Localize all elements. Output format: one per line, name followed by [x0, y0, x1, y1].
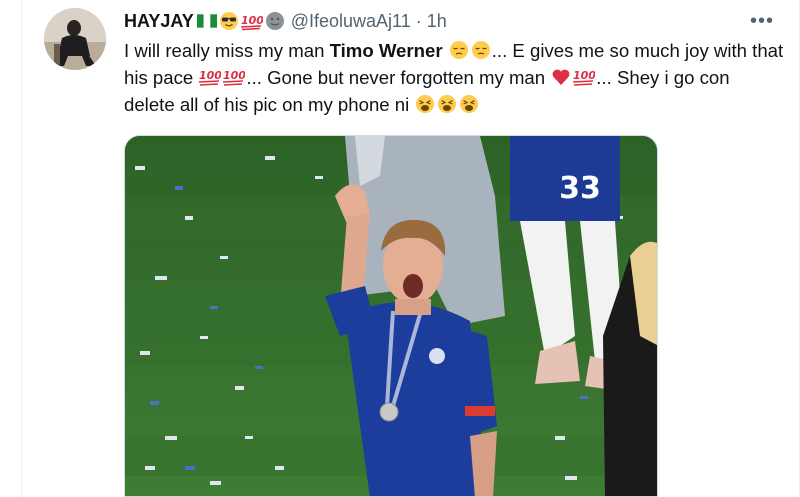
separator-dot: ·: [415, 10, 422, 31]
jersey-number: 33: [559, 171, 601, 206]
timeline-divider-left: [21, 0, 22, 497]
timestamp[interactable]: 1h: [427, 11, 447, 32]
avatar[interactable]: [44, 8, 106, 70]
nigeria-flag-icon: [196, 14, 217, 28]
weary-face-icon: [416, 95, 435, 113]
pensive-face-icon: [449, 41, 468, 59]
tweet-text-player-name: Timo Werner: [329, 40, 443, 61]
user-handle[interactable]: @IfeoluwaAj11: [291, 11, 411, 32]
svg-text:100: 100: [199, 69, 221, 82]
svg-text:100: 100: [241, 14, 263, 27]
weary-face-icon: [438, 95, 457, 113]
photo-scene: 33: [125, 136, 657, 496]
svg-text:100: 100: [223, 69, 245, 82]
svg-text:100: 100: [573, 69, 595, 82]
hundred-points-icon: 100: [573, 69, 595, 86]
smiling-face-icon: [265, 12, 284, 30]
sunglasses-face-icon: [219, 12, 238, 30]
hundred-points-icon: 100: [223, 69, 245, 86]
display-name[interactable]: HAYJAY: [124, 11, 194, 32]
weary-face-icon: [460, 95, 479, 113]
tweet-text-part-3: ... Gone but never forgotten my man: [246, 67, 551, 88]
tweet-photo[interactable]: 33: [124, 135, 658, 497]
hundred-points-icon: 100: [240, 14, 263, 31]
tweet-text: I will really miss my man Timo Werner ..…: [124, 37, 784, 118]
hundred-points-icon: 100: [199, 69, 221, 86]
pensive-face-icon: [471, 41, 490, 59]
more-options-icon[interactable]: •••: [750, 10, 774, 33]
tweet-header: HAYJAY 100 @IfeoluwaAj11 · 1h: [124, 8, 770, 34]
red-heart-icon: [552, 69, 570, 85]
tweet-text-intro: I will really miss my man: [124, 40, 330, 61]
